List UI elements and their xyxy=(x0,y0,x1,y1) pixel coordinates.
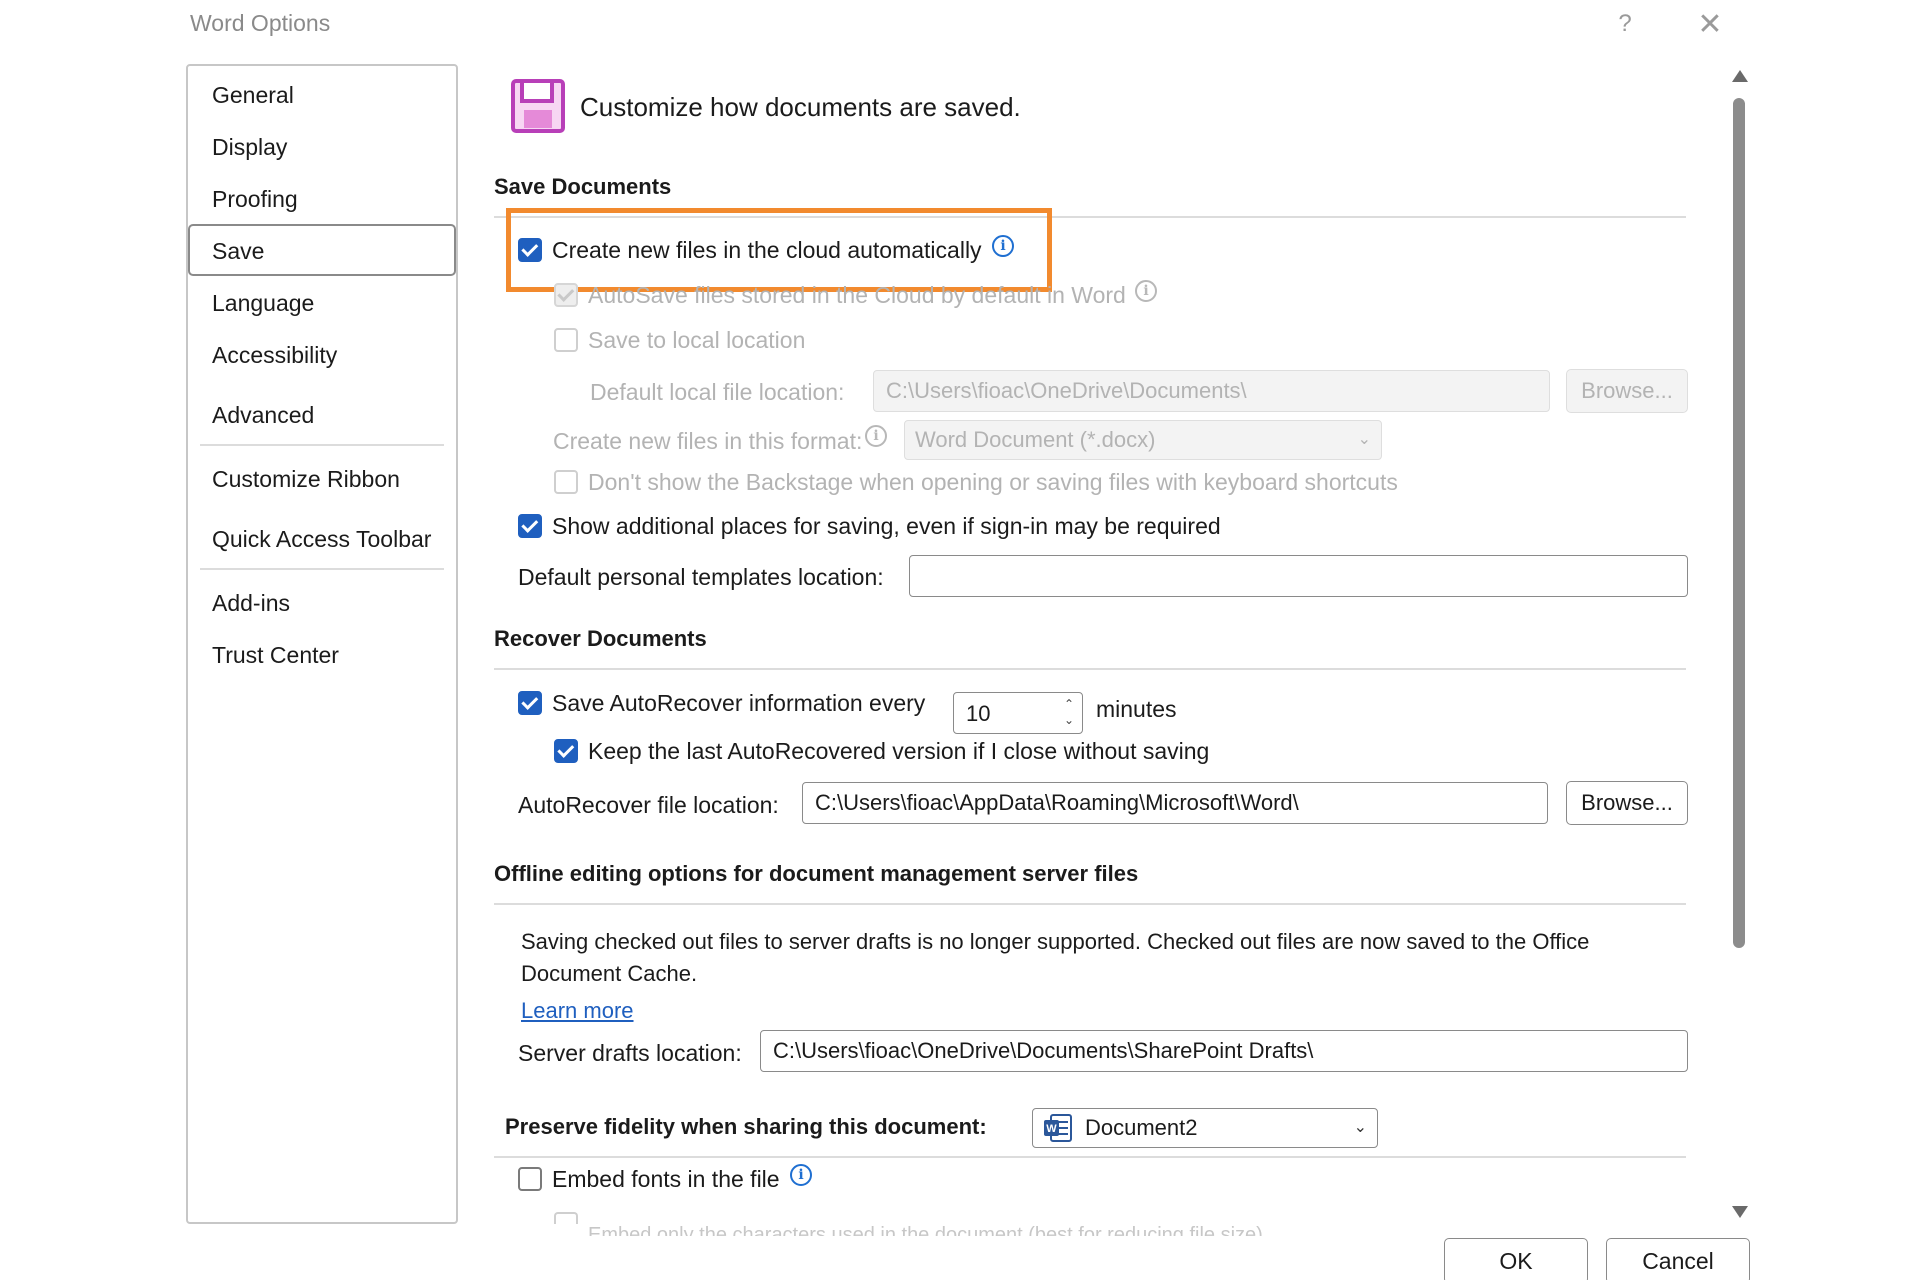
keep-last-checkbox[interactable] xyxy=(554,739,578,763)
templates-label: Default personal templates location: xyxy=(518,564,884,590)
default-local-label: Default local file location: xyxy=(590,379,845,405)
default-local-field[interactable]: C:\Users\fioac\OneDrive\Documents\ xyxy=(873,370,1550,412)
info-icon[interactable]: i xyxy=(1135,280,1157,302)
autorecover-location-field[interactable]: C:\Users\fioac\AppData\Roaming\Microsoft… xyxy=(802,782,1548,824)
sidebar-item-advanced[interactable]: Advanced xyxy=(212,402,314,429)
format-select-value: Word Document (*.docx) xyxy=(915,427,1156,452)
backstage-label: Don't show the Backstage when opening or… xyxy=(588,469,1398,495)
help-button[interactable]: ? xyxy=(1605,4,1645,44)
autorecover-checkbox[interactable] xyxy=(518,691,542,715)
chevron-down-icon: ⌄ xyxy=(1357,431,1371,448)
sidebar-item-language[interactable]: Language xyxy=(212,290,314,317)
sidebar-divider xyxy=(200,444,444,446)
sidebar-item-customize-ribbon[interactable]: Customize Ribbon xyxy=(212,466,400,493)
learn-more-link[interactable]: Learn more xyxy=(521,998,634,1024)
embed-fonts-checkbox[interactable] xyxy=(518,1167,542,1191)
save-local-label: Save to local location xyxy=(588,327,806,353)
options-sidebar: General Display Proofing Save Language A… xyxy=(186,64,458,1224)
dialog-title: Word Options xyxy=(190,10,331,36)
backstage-checkbox[interactable] xyxy=(554,470,578,494)
minutes-value: 10 xyxy=(966,701,991,726)
document-select-value: Document2 xyxy=(1085,1115,1198,1140)
embed-fonts-label: Embed fonts in the file xyxy=(552,1166,780,1192)
autosave-checkbox[interactable] xyxy=(554,283,578,307)
sidebar-divider xyxy=(200,568,444,570)
additional-places-checkbox[interactable] xyxy=(518,514,542,538)
format-label: Create new files in this format: xyxy=(553,428,863,454)
section-divider xyxy=(494,903,1686,905)
minutes-label: minutes xyxy=(1096,696,1177,722)
scroll-up-arrow-icon[interactable] xyxy=(1732,70,1748,82)
sidebar-item-trust-center[interactable]: Trust Center xyxy=(212,642,339,669)
autorecover-minutes-stepper[interactable]: 10 ⌃ ⌄ xyxy=(953,692,1083,734)
embed-only-label: Embed only the characters used in the do… xyxy=(588,1224,1263,1236)
info-icon[interactable]: i xyxy=(790,1164,812,1186)
recover-documents-heading: Recover Documents xyxy=(494,626,707,651)
templates-field[interactable] xyxy=(909,555,1688,597)
info-icon[interactable]: i xyxy=(865,425,887,447)
keep-last-label: Keep the last AutoRecovered version if I… xyxy=(588,738,1210,764)
sidebar-item-quick-access-toolbar[interactable]: Quick Access Toolbar xyxy=(212,526,431,553)
sidebar-item-accessibility[interactable]: Accessibility xyxy=(212,342,337,369)
scroll-down-arrow-icon[interactable] xyxy=(1732,1206,1748,1218)
sidebar-item-save[interactable]: Save xyxy=(212,238,264,265)
server-drafts-field[interactable]: C:\Users\fioac\OneDrive\Documents\ShareP… xyxy=(760,1030,1688,1072)
document-select[interactable]: W Document2 ⌄ xyxy=(1032,1108,1378,1148)
offline-editing-heading: Offline editing options for document man… xyxy=(494,861,1139,886)
word-document-icon: W xyxy=(1044,1114,1072,1142)
save-documents-heading: Save Documents xyxy=(494,174,672,199)
preserve-fidelity-heading: Preserve fidelity when sharing this docu… xyxy=(505,1114,987,1139)
chevron-down-icon: ⌄ xyxy=(1353,1119,1367,1136)
section-divider xyxy=(494,1156,1686,1158)
embed-only-checkbox[interactable] xyxy=(554,1212,578,1224)
autosave-label: AutoSave files stored in the Cloud by de… xyxy=(588,282,1126,308)
scrollbar-thumb[interactable] xyxy=(1733,98,1745,948)
sidebar-item-general[interactable]: General xyxy=(212,82,294,109)
stepper-arrows-icon[interactable]: ⌃ ⌄ xyxy=(1064,696,1074,728)
svg-text:W: W xyxy=(1046,1123,1057,1135)
ok-button[interactable]: OK xyxy=(1444,1238,1588,1280)
autorecover-location-label: AutoRecover file location: xyxy=(518,792,779,818)
cancel-button[interactable]: Cancel xyxy=(1606,1238,1750,1280)
floppy-disk-icon xyxy=(511,79,565,133)
close-icon[interactable]: ✕ xyxy=(1690,4,1730,44)
save-local-checkbox[interactable] xyxy=(554,328,578,352)
server-drafts-label: Server drafts location: xyxy=(518,1040,742,1066)
format-select[interactable]: Word Document (*.docx) ⌄ xyxy=(904,420,1382,460)
section-divider xyxy=(494,668,1686,670)
additional-places-label: Show additional places for saving, even … xyxy=(552,513,1221,539)
sidebar-item-add-ins[interactable]: Add-ins xyxy=(212,590,290,617)
highlight-box xyxy=(506,208,1052,292)
autorecover-label: Save AutoRecover information every xyxy=(552,690,926,716)
vertical-scrollbar[interactable] xyxy=(1728,70,1750,1220)
sidebar-item-display[interactable]: Display xyxy=(212,134,287,161)
page-intro: Customize how documents are saved. xyxy=(580,92,1021,122)
browse-local-button[interactable]: Browse... xyxy=(1566,369,1688,413)
browse-autorecover-button[interactable]: Browse... xyxy=(1566,781,1688,825)
offline-paragraph: Saving checked out files to server draft… xyxy=(521,929,1590,986)
sidebar-item-proofing[interactable]: Proofing xyxy=(212,186,298,213)
